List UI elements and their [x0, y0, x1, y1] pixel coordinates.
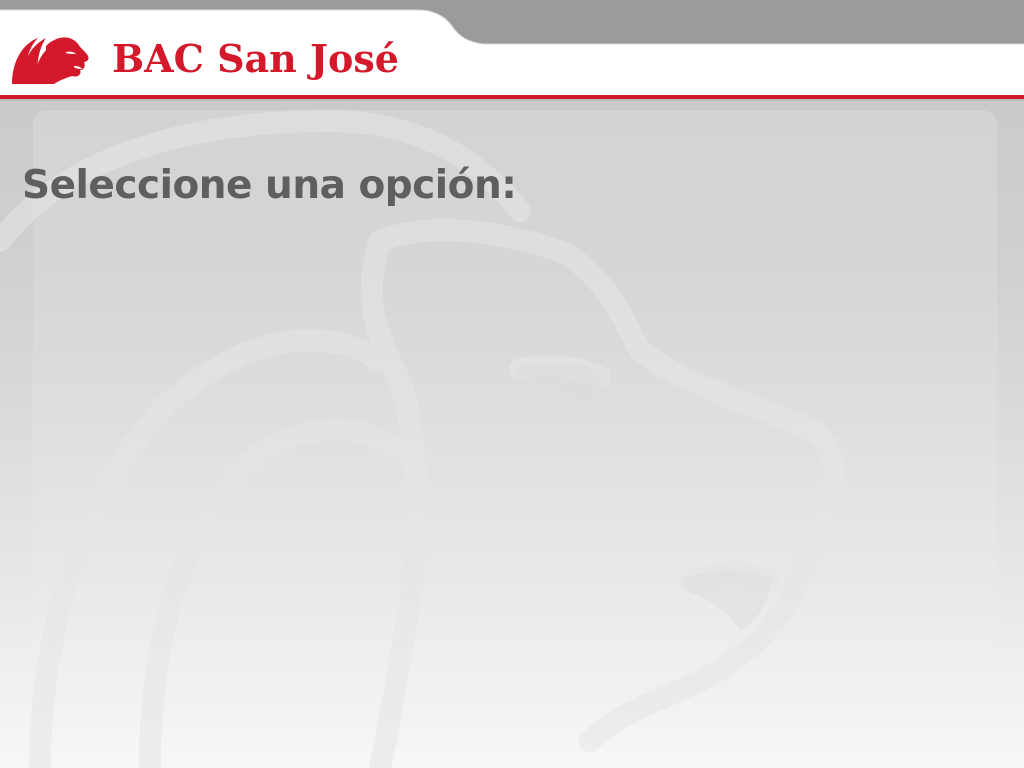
brand-name: BAC San José	[112, 36, 399, 81]
lion-head-icon	[12, 37, 89, 84]
selection-prompt: Seleccione una opción:	[22, 163, 517, 208]
